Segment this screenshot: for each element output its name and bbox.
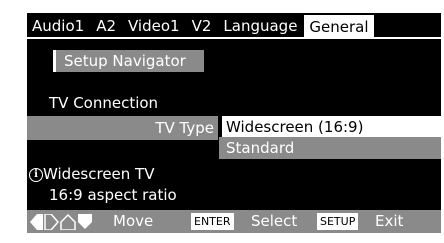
section-label: TV Connection [49, 94, 159, 112]
setup-key: SETUP [317, 213, 359, 230]
arrow-keys-icon [30, 214, 92, 230]
up-arrow-icon [60, 214, 76, 230]
option-widescreen[interactable]: Widescreen (16:9) [222, 116, 441, 138]
info-description: 16:9 aspect ratio [49, 186, 177, 204]
info-icon: i [29, 168, 43, 182]
tab-divider [27, 37, 441, 39]
setup-navigator-button[interactable]: Setup Navigator [53, 50, 204, 72]
tab-v2[interactable]: V2 [186, 15, 217, 39]
left-arrow-icon [30, 214, 43, 230]
bottom-help-bar: Move ENTER Select SETUP Exit [27, 210, 441, 233]
tv-type-setting[interactable]: TV Type [27, 116, 218, 140]
option-standard[interactable]: Standard [219, 137, 441, 159]
tab-video1[interactable]: Video1 [123, 15, 185, 39]
tab-a2[interactable]: A2 [91, 15, 121, 39]
tab-audio1[interactable]: Audio1 [27, 15, 90, 39]
right-arrow-icon [44, 214, 59, 230]
info-title: Widescreen TV [43, 165, 155, 183]
tab-bar: Audio1 A2 Video1 V2 Language General [27, 13, 376, 39]
select-label: Select [251, 212, 298, 230]
enter-key: ENTER [191, 213, 234, 230]
down-arrow-icon [78, 214, 92, 229]
setup-screen: Audio1 A2 Video1 V2 Language General Set… [27, 13, 441, 233]
tab-general[interactable]: General [304, 15, 374, 39]
exit-label: Exit [375, 212, 404, 230]
move-label: Move [113, 212, 154, 230]
tab-language[interactable]: Language [218, 15, 303, 39]
